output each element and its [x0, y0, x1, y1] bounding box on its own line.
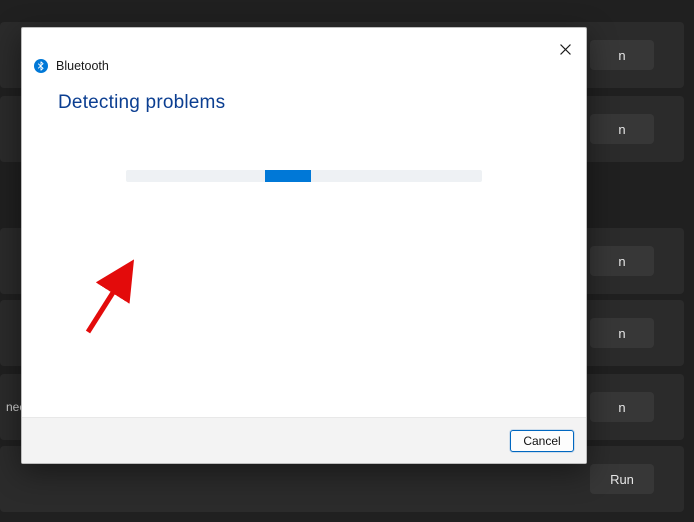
troubleshooter-dialog: Bluetooth Detecting problems Cancel [21, 27, 587, 464]
bluetooth-icon [34, 59, 48, 73]
bg-button[interactable]: n [590, 392, 654, 422]
bg-button[interactable]: n [590, 40, 654, 70]
progress-chunk [265, 170, 311, 182]
dialog-header: Bluetooth [22, 28, 586, 86]
bg-button[interactable]: n [590, 318, 654, 348]
close-icon [560, 44, 571, 55]
bg-button[interactable]: n [590, 246, 654, 276]
bg-run-button[interactable]: Run [590, 464, 654, 494]
dialog-body: Detecting problems [22, 86, 586, 417]
status-heading: Detecting problems [58, 92, 550, 114]
progress-bar [126, 170, 482, 182]
close-button[interactable] [554, 38, 576, 60]
cancel-button[interactable]: Cancel [510, 430, 574, 452]
dialog-footer: Cancel [22, 417, 586, 463]
dialog-title: Bluetooth [56, 59, 109, 73]
bg-button[interactable]: n [590, 114, 654, 144]
